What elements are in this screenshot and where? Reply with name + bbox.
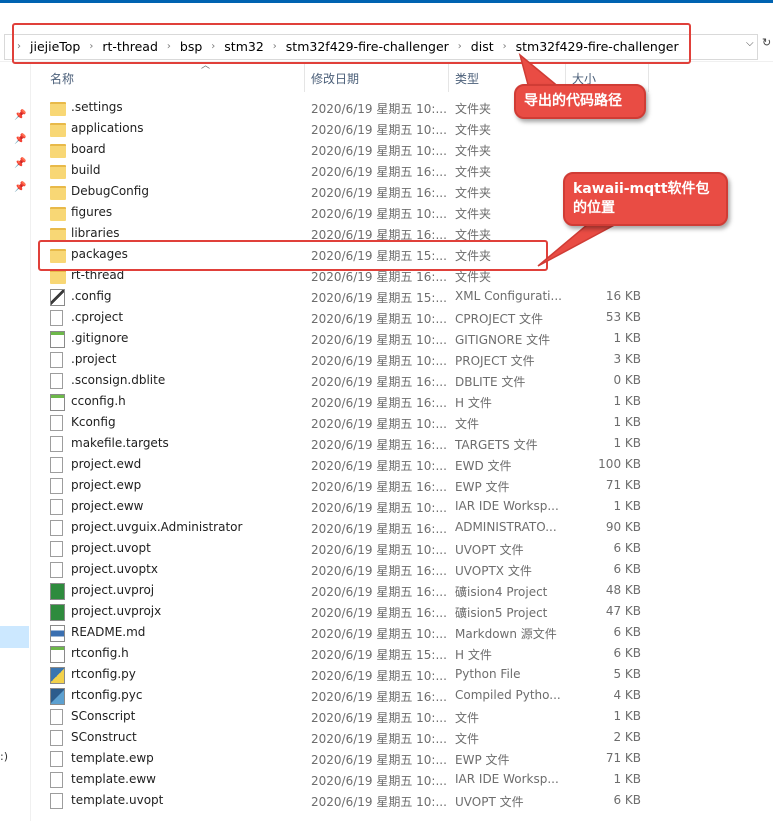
package-location-callout: kawaii-mqtt软件包的位置: [563, 172, 728, 226]
callout-pointers: [518, 52, 622, 267]
export-path-callout: 导出的代码路径: [514, 84, 646, 119]
